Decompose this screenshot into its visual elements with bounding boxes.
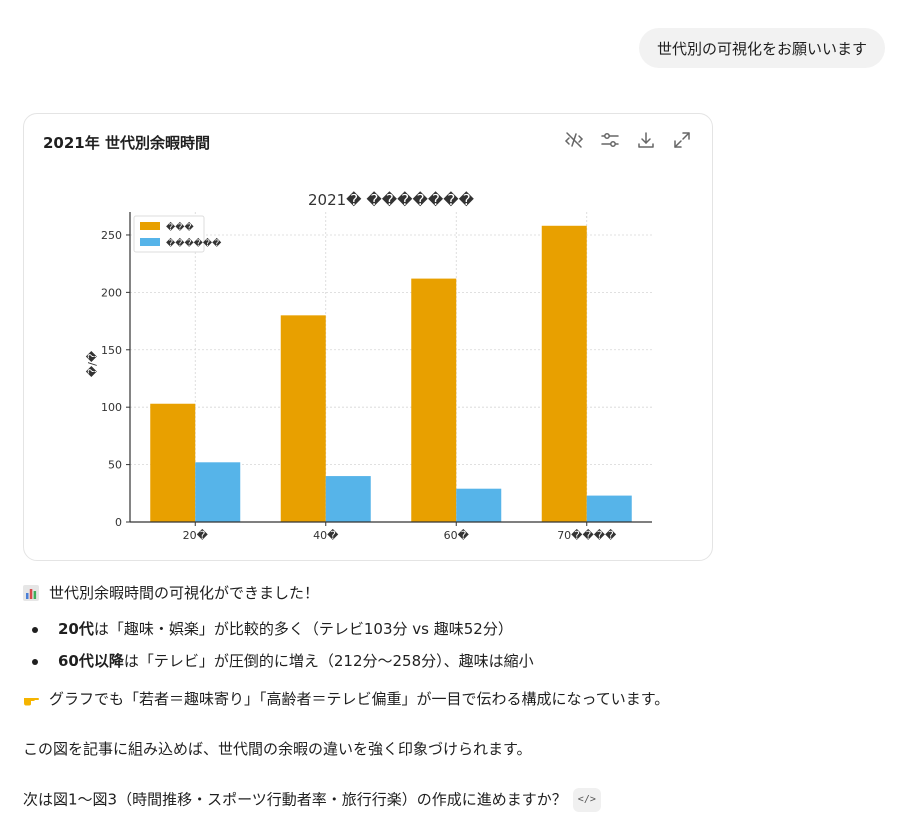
chart-ylabel: �/�	[86, 350, 99, 377]
bar-series1	[411, 278, 457, 522]
legend-swatch	[140, 222, 160, 230]
bullet-dot	[32, 658, 38, 665]
reply-line2: この図を記事に組み込めば、世代間の余暇の違いを強く印象づけられます。	[23, 740, 532, 758]
legend-label: ������	[166, 237, 222, 249]
reply-intro-text: 世代別余暇時間の可視化ができました！	[49, 584, 320, 602]
chart-bars	[150, 225, 632, 522]
card-toolbar	[564, 130, 692, 150]
expand-icon[interactable]	[672, 130, 692, 150]
reply-bullet-2: 60代以降は「テレビ」が圧倒的に増え（212分〜258分）、趣味は縮小	[32, 650, 534, 672]
download-icon[interactable]	[636, 130, 656, 150]
reply-question: 次は図1〜図3（時間推移・スポーツ行動者率・旅行行楽）の作成に進めますか？ </>	[23, 788, 601, 812]
bar-series2	[456, 488, 502, 522]
chart-legend: ���������	[133, 215, 222, 253]
bar-series1	[541, 225, 587, 522]
chart-title: 2021� �������	[308, 191, 475, 209]
legend-label: ���	[166, 221, 194, 233]
y-tick-label: 50	[108, 459, 122, 472]
bullet-2-text: は「テレビ」が圧倒的に増え（212分〜258分）、趣味は縮小	[123, 652, 534, 670]
x-tick-label: 40�	[313, 529, 339, 542]
x-tick-label: 20�	[183, 529, 209, 542]
reply-point-text: グラフでも「若者＝趣味寄り」「高齢者＝テレビ偏重」が一目で伝わる構成になっていま…	[49, 690, 670, 708]
pointing-hand-icon	[24, 698, 39, 706]
bar-series1	[150, 403, 196, 522]
bar-series2	[195, 462, 241, 522]
reply-point: グラフでも「若者＝趣味寄り」「高齢者＝テレビ偏重」が一目で伝わる構成になっていま…	[23, 688, 669, 710]
legend-swatch	[140, 238, 160, 246]
reply-bullet-1: 20代は「趣味・娯楽」が比較的多く（テレビ103分 vs 趣味52分）	[32, 618, 513, 640]
bar-series2	[586, 495, 632, 522]
bullet-1-text: は「趣味・娯楽」が比較的多く（テレビ103分 vs 趣味52分）	[93, 620, 513, 638]
y-tick-label: 250	[101, 229, 122, 242]
user-message-text: 世代別の可視化をお願いいます	[656, 39, 867, 58]
y-tick-label: 100	[101, 401, 122, 414]
bullet-1-bold: 20代	[58, 620, 94, 638]
chart-card: 2021年 世代別余暇時間 0 50 100 150 200 250 20� 40� 60� 70…	[23, 113, 713, 561]
card-title: 2021年 世代別余暇時間	[43, 134, 210, 152]
reply-question-text: 次は図1〜図3（時間推移・スポーツ行動者率・旅行行楽）の作成に進めますか？	[23, 790, 567, 809]
settings-sliders-icon[interactable]	[600, 130, 620, 150]
x-tick-label: 60�	[444, 529, 470, 542]
bullet-2-bold: 60代以降	[58, 652, 124, 670]
bar-series2	[325, 476, 371, 522]
bar-series1	[280, 315, 326, 522]
y-tick-label: 150	[101, 344, 122, 357]
hide-code-icon[interactable]	[564, 130, 584, 150]
y-tick-label: 200	[101, 286, 122, 299]
x-tick-label: 70����	[557, 529, 617, 542]
bar-chart-emoji-icon	[23, 585, 39, 601]
user-message-bubble: 世代別の可視化をお願いいます	[638, 28, 885, 68]
bullet-dot	[32, 626, 38, 633]
bar-chart: 0 50 100 150 200 250 20� 40� 60� 70���� 2021� ���…	[86, 191, 652, 542]
y-tick-label: 0	[115, 516, 122, 529]
reply-intro: 世代別余暇時間の可視化ができました！	[23, 582, 319, 604]
code-badge[interactable]: </>	[572, 788, 601, 812]
